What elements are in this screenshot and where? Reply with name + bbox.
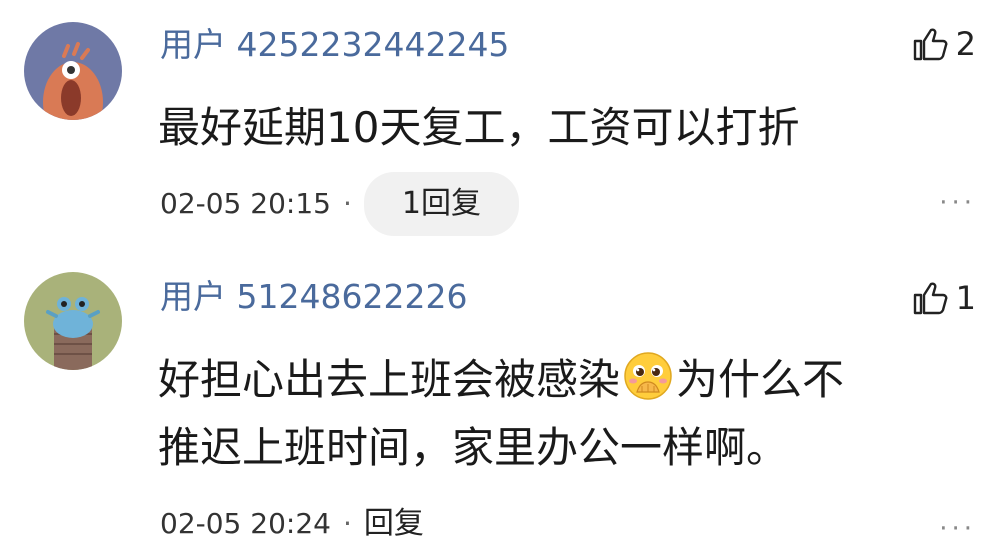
comment-meta: 02-05 20:15 · 1回复 <box>160 172 519 236</box>
thumbs-up-icon <box>913 282 948 315</box>
thumbs-up-icon <box>913 28 948 61</box>
avatar[interactable] <box>24 272 122 370</box>
reply-count-button[interactable]: 1回复 <box>363 172 519 236</box>
blue-creature-avatar-icon <box>24 272 122 370</box>
comment-text-line: 推迟上班时间，家里办公一样啊。 <box>158 423 789 472</box>
like-button[interactable]: 2 <box>912 26 976 62</box>
like-count: 2 <box>955 25 976 63</box>
more-options-button[interactable]: ··· <box>939 190 976 216</box>
comment-text-line: 好担心出去上班会被感染 为什么不 <box>158 346 958 414</box>
timestamp: 02-05 20:15 <box>160 187 331 220</box>
comment-meta: 02-05 20:24 · 回复 <box>160 509 424 539</box>
separator-dot: · <box>342 187 352 220</box>
separator-dot: · <box>342 507 352 540</box>
reply-button[interactable]: 回复 <box>364 509 424 539</box>
like-count: 1 <box>955 279 976 317</box>
comment-item: 用户 4252232442245 2 最好延期10天复工，工资可以打折 02-0… <box>0 0 1000 250</box>
username[interactable]: 用户 4252232442245 <box>160 28 509 61</box>
timestamp: 02-05 20:24 <box>160 507 331 540</box>
avatar[interactable] <box>24 22 122 120</box>
comment-text-part: 好担心出去上班会被感染 <box>158 355 621 404</box>
hand-over-mouth-emoji-icon <box>622 350 674 402</box>
more-options-button[interactable]: ··· <box>939 516 976 542</box>
comment-text: 好担心出去上班会被感染 为什么不 推迟上班时间，家里办公一样啊。 <box>158 346 958 482</box>
username[interactable]: 用户 51248622226 <box>160 280 467 313</box>
comment-item: 用户 51248622226 1 好担心出去上班会被感染 为什么不 推迟上班时间… <box>0 250 1000 552</box>
comment-text-part: 为什么不 <box>676 355 845 404</box>
like-button[interactable]: 1 <box>912 280 976 316</box>
comment-text: 最好延期10天复工，工资可以打折 <box>158 103 800 152</box>
orange-creature-avatar-icon <box>24 22 122 120</box>
